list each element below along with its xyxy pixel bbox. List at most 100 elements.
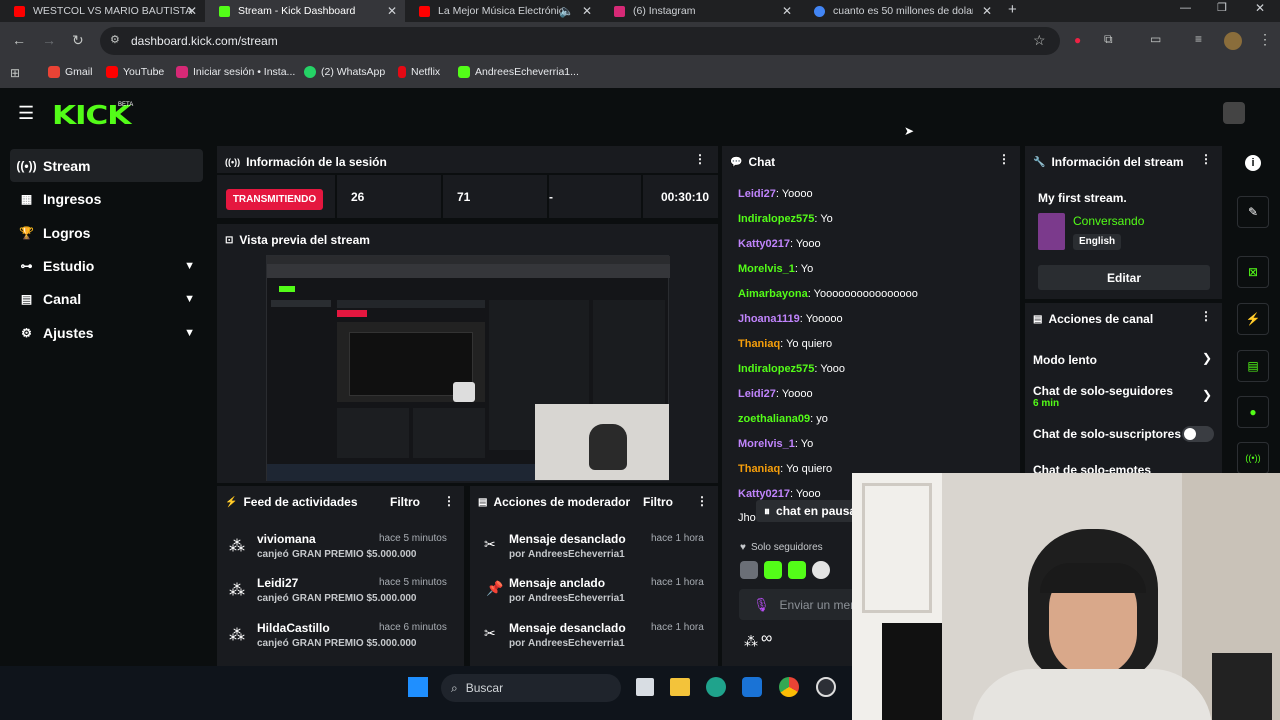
kebab-menu-icon[interactable]: ⋮ — [694, 152, 706, 166]
bookmark-netflix[interactable]: Netflix — [398, 66, 440, 78]
kebab-menu-icon[interactable]: ⋮ — [998, 152, 1010, 166]
sidebar-item-canal[interactable]: ▤ Canal ▼ — [10, 282, 203, 315]
extension-icon[interactable]: ● — [1074, 33, 1081, 47]
chevron-right-icon[interactable]: ❯ — [1202, 351, 1212, 365]
raid-button[interactable]: ⊠ — [1237, 256, 1269, 288]
bookmark-youtube[interactable]: YouTube — [106, 66, 164, 78]
kebab-menu-icon[interactable]: ⋮ — [1200, 152, 1212, 166]
unpin-icon: ✂ — [484, 536, 496, 552]
bookmark-instagram[interactable]: Iniciar sesión • Insta... — [176, 66, 295, 78]
emote-icon[interactable] — [812, 561, 830, 579]
viewers-stat: 26 — [337, 175, 441, 218]
outlook-icon[interactable] — [742, 677, 762, 697]
minimize-icon[interactable]: — — [1180, 2, 1191, 14]
apps-grid-icon[interactable]: ⊞ — [10, 66, 20, 80]
emote-icon[interactable] — [740, 561, 758, 579]
chat-popout-button[interactable]: ● — [1237, 396, 1269, 428]
tab-google-search[interactable]: cuanto es 50 millones de dolar ✕ — [800, 0, 1000, 22]
category-link[interactable]: Conversando — [1073, 214, 1144, 228]
chat-username[interactable]: Katty0217 — [738, 238, 790, 250]
chat-username[interactable]: Indiralopez575 — [738, 363, 814, 375]
chat-username[interactable]: Jhoana1119 — [738, 313, 800, 325]
chat-message-input[interactable]: 🎙 Enviar un mensaje — [739, 589, 852, 620]
windows-start-icon[interactable] — [408, 677, 428, 697]
kebab-menu-icon[interactable]: ⋮ — [696, 494, 708, 508]
emote-icon[interactable] — [788, 561, 806, 579]
chat-paused-button[interactable]: ⏸ chat en pausa — [756, 500, 856, 522]
chat-username[interactable]: Thaniaq — [738, 463, 780, 475]
edge-icon[interactable] — [706, 677, 726, 697]
kebab-menu-icon[interactable]: ⋮ — [1200, 309, 1212, 323]
reload-icon[interactable]: ↻ — [72, 32, 84, 49]
info-icon[interactable]: i — [1245, 155, 1261, 171]
sidebar-item-stream[interactable]: ((•)) Stream — [10, 149, 203, 182]
edit-pencil-button[interactable]: ✎ — [1237, 196, 1269, 228]
chat-username[interactable]: Indiralopez575 — [738, 213, 814, 225]
profile-avatar[interactable] — [1224, 32, 1242, 50]
quick-action-button[interactable]: ⚡ — [1237, 303, 1269, 335]
sidebar-item-ajustes[interactable]: ⚙ Ajustes ▼ — [10, 316, 203, 349]
broadcast-button[interactable]: ((•)) — [1237, 442, 1269, 474]
restore-icon[interactable]: ❐ — [1217, 1, 1227, 14]
followers-only-chat-label[interactable]: Chat de solo-seguidores — [1033, 384, 1173, 398]
chat-username[interactable]: Leidi27 — [738, 188, 776, 200]
window-close-icon[interactable]: ✕ — [1255, 1, 1265, 15]
mod-filter-button[interactable]: Filtro — [643, 495, 673, 509]
chat-username[interactable]: Leidi27 — [738, 388, 776, 400]
bookmark-kick[interactable]: AndreesEcheverria1... — [458, 66, 579, 78]
user-avatar[interactable] — [1223, 102, 1245, 124]
instagram-icon — [176, 66, 188, 78]
site-info-icon[interactable]: ⚙ — [110, 33, 120, 46]
chat-username[interactable]: Morelvis_1 — [738, 263, 795, 275]
tab-musica[interactable]: La Mejor Música Electrónica 🔈 ✕ — [405, 0, 600, 22]
taskbar-search[interactable]: ⌕ Buscar — [441, 674, 621, 702]
forward-icon[interactable]: → — [42, 32, 56, 48]
tab-kick-dashboard[interactable]: Stream - Kick Dashboard ✕ — [205, 0, 405, 22]
bookmark-gmail[interactable]: Gmail — [48, 66, 92, 78]
notes-button[interactable]: ▤ — [1237, 350, 1269, 382]
chat-username[interactable]: Morelvis_1 — [738, 438, 795, 450]
chat-message: Morelvis_1: Yo — [738, 438, 814, 450]
cast-icon[interactable]: ▭ — [1150, 32, 1161, 46]
sidebar-item-logros[interactable]: 🏆 Logros — [10, 216, 203, 249]
youtube-icon — [106, 66, 118, 78]
activity-filter-button[interactable]: Filtro — [390, 495, 420, 509]
chat-username[interactable]: Aimarbayona — [738, 288, 808, 300]
edit-button[interactable]: Editar — [1038, 265, 1210, 290]
stream-preview-title: Vista previa del stream — [239, 233, 370, 247]
url-field[interactable]: ⚙ dashboard.kick.com/stream ☆ — [100, 27, 1060, 55]
close-tab-icon[interactable]: ✕ — [187, 4, 197, 18]
emote-icon[interactable] — [764, 561, 782, 579]
sidebar-item-estudio[interactable]: ⊶ Estudio ▼ — [10, 249, 203, 282]
chevron-right-icon[interactable]: ❯ — [1202, 388, 1212, 402]
puzzle-icon[interactable]: ⧉ — [1104, 32, 1113, 47]
tab-westcol[interactable]: WESTCOL VS MARIO BAUTISTA ✕ — [0, 0, 205, 22]
points-icon[interactable]: ⁂ — [744, 633, 758, 650]
file-explorer-icon[interactable] — [670, 678, 690, 696]
kebab-menu-icon[interactable]: ⋮ — [443, 494, 455, 508]
chat-message: Katty0217: Yooo — [738, 488, 821, 500]
close-tab-icon[interactable]: ✕ — [387, 4, 397, 18]
bookmark-star-icon[interactable]: ☆ — [1033, 32, 1046, 49]
close-tab-icon[interactable]: ✕ — [982, 4, 992, 18]
media-icon[interactable]: ≡ — [1195, 32, 1202, 46]
stream-preview-video[interactable] — [266, 255, 670, 481]
points-icon: ⁂ — [229, 538, 245, 555]
subs-only-toggle[interactable] — [1182, 426, 1214, 442]
chat-username[interactable]: Katty0217 — [738, 488, 790, 500]
new-tab-button[interactable]: + — [1008, 1, 1017, 18]
chrome-icon[interactable] — [779, 677, 799, 697]
tab-instagram[interactable]: (6) Instagram ✕ — [600, 0, 800, 22]
obs-icon[interactable] — [816, 677, 836, 697]
close-tab-icon[interactable]: ✕ — [582, 4, 592, 18]
chat-username[interactable]: Thaniaq — [738, 338, 780, 350]
menu-dots-icon[interactable]: ⋮ — [1258, 31, 1272, 48]
task-view-icon[interactable] — [636, 678, 654, 696]
chat-username[interactable]: zoethaliana09 — [738, 413, 810, 425]
bookmark-whatsapp[interactable]: (2) WhatsApp — [304, 66, 385, 78]
hamburger-icon[interactable]: ☰ — [18, 103, 34, 124]
close-tab-icon[interactable]: ✕ — [782, 4, 792, 18]
sidebar-item-ingresos[interactable]: ▦ Ingresos — [10, 182, 203, 215]
back-icon[interactable]: ← — [12, 32, 26, 48]
slow-mode-label[interactable]: Modo lento — [1033, 353, 1097, 367]
